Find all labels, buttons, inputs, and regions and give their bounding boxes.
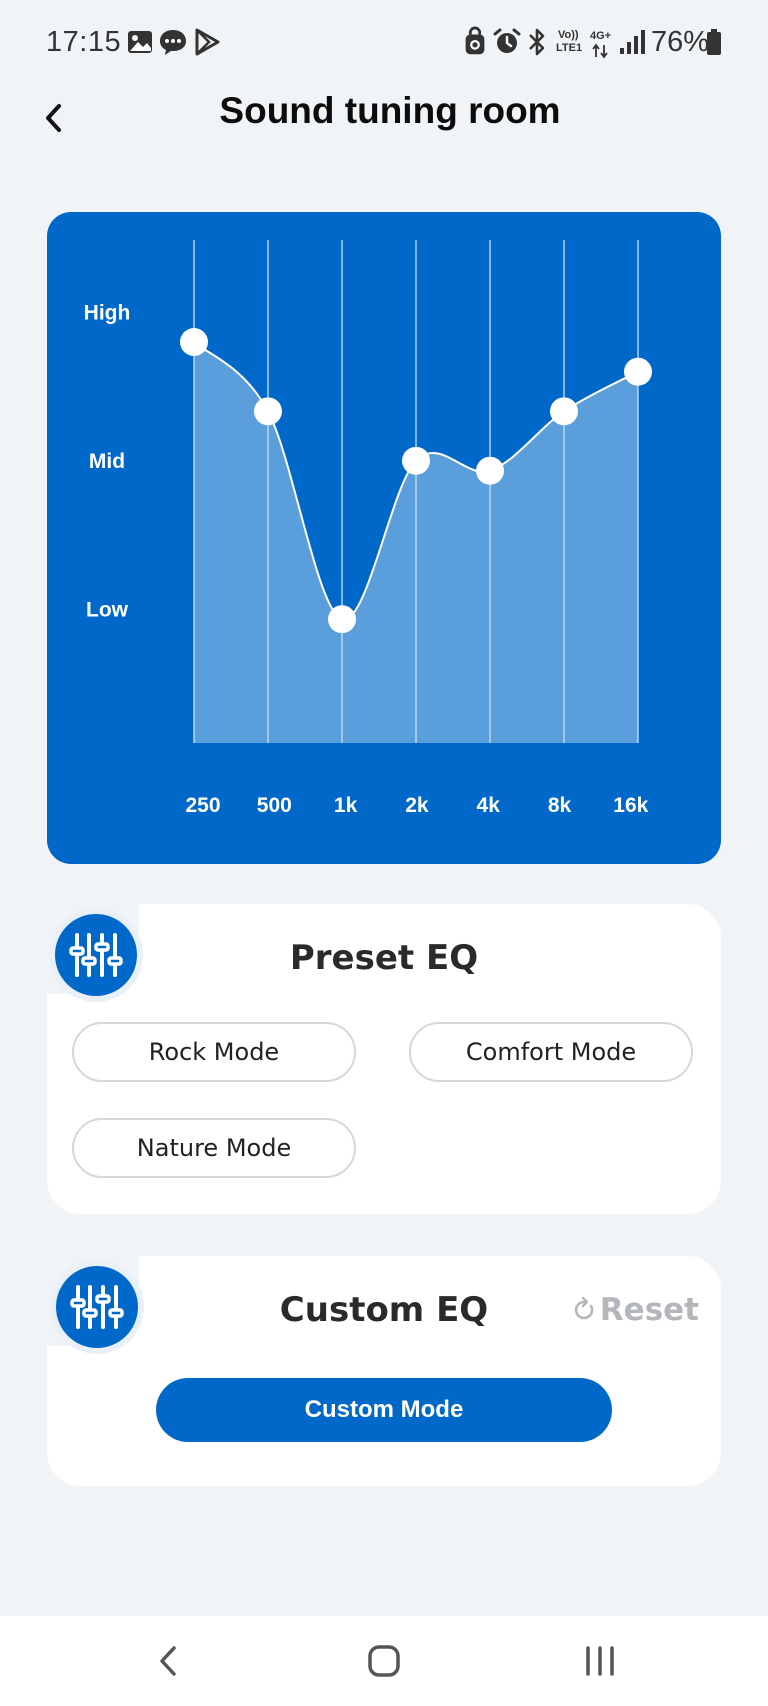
comfort-mode-button[interactable]: Comfort Mode (409, 1022, 693, 1082)
eq-x-labels: 250 500 1k 2k 4k 8k 16k (185, 794, 648, 817)
eq-x-label-8k: 8k (548, 794, 572, 817)
eq-y-labels: High Mid Low (84, 301, 131, 621)
eq-y-label-mid: Mid (89, 450, 125, 473)
custom-eq-card: Custom EQ Reset Custom Mode (43, 1252, 721, 1486)
reset-button[interactable]: Reset (570, 1288, 699, 1332)
eq-x-label-1k: 1k (334, 794, 358, 817)
rock-mode-button[interactable]: Rock Mode (72, 1022, 356, 1082)
battery-icon (704, 26, 724, 58)
battery-percent: 76% (651, 26, 710, 58)
eq-handle-4k[interactable] (476, 456, 504, 485)
navigation-bar (0, 1616, 768, 1706)
eq-x-label-2k: 2k (405, 794, 429, 817)
eq-x-label-500: 500 (257, 794, 292, 817)
status-bar: 17:15 Vo)) LTE1 4G+ 76% (0, 0, 768, 86)
reset-label: Reset (599, 1292, 699, 1328)
bluetooth-icon (524, 26, 550, 58)
nav-home-icon (368, 1645, 400, 1677)
gallery-notification-icon (124, 26, 156, 58)
eq-handle-16k[interactable] (624, 357, 652, 386)
eq-y-label-low: Low (86, 598, 129, 621)
eq-handle-2k[interactable] (402, 446, 430, 475)
custom-mode-button[interactable]: Custom Mode (156, 1378, 612, 1442)
eq-chart-card: High Mid Low 250 500 1k 2k 4k 8k 16k (47, 212, 721, 864)
preset-eq-card: Preset EQ Rock Mode Comfort Mode Nature … (43, 900, 721, 1214)
message-notification-icon (157, 26, 189, 58)
eq-handle-500[interactable] (254, 397, 282, 426)
nav-back-icon (160, 1646, 176, 1676)
nav-home-button[interactable] (354, 1636, 414, 1686)
nav-recents-icon (586, 1646, 614, 1676)
eq-handle-8k[interactable] (550, 397, 578, 426)
lock-notification-icon (460, 26, 490, 58)
preset-eq-title: Preset EQ (289, 938, 479, 978)
data-arrows-icon (590, 43, 610, 59)
page-title: Sound tuning room (219, 90, 561, 131)
eq-x-label-4k: 4k (477, 794, 501, 817)
eq-handle-1k[interactable] (328, 605, 356, 634)
status-time: 17:15 (46, 26, 122, 58)
volte-label: Vo)) (558, 29, 579, 41)
nav-recents-button[interactable] (570, 1636, 630, 1686)
play-store-notification-icon (191, 26, 223, 58)
eq-x-label-16k: 16k (613, 794, 648, 817)
nav-back-button[interactable] (140, 1636, 200, 1686)
signal-strength-icon (618, 26, 648, 58)
eq-handle-250[interactable] (180, 328, 208, 357)
nature-mode-button[interactable]: Nature Mode (72, 1118, 356, 1178)
screen: 17:15 Vo)) LTE1 4G+ 76% Sound tuning roo… (0, 0, 768, 1706)
eq-y-label-high: High (84, 301, 131, 324)
refresh-icon (570, 1296, 598, 1324)
eq-chart: High Mid Low 250 500 1k 2k 4k 8k 16k (84, 240, 652, 817)
data-type-label: 4G+ (590, 30, 612, 42)
alarm-icon (491, 26, 523, 58)
eq-x-label-250: 250 (185, 794, 220, 817)
lte-label: LTE1 (556, 42, 583, 54)
